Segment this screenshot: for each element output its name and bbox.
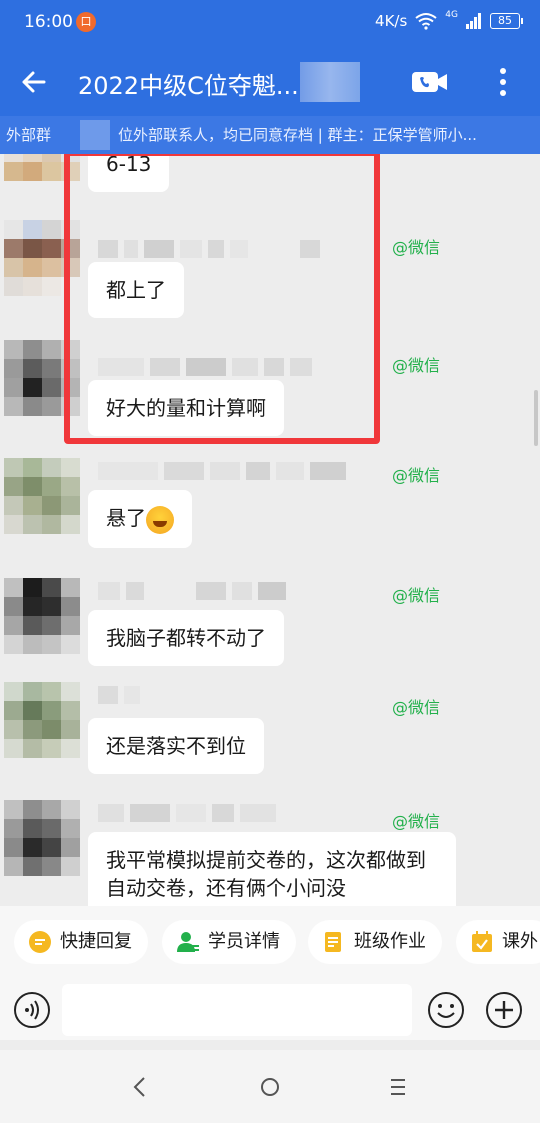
more-options-icon[interactable] (488, 62, 518, 102)
sender-name-blurred (98, 804, 378, 822)
avatar[interactable] (4, 578, 80, 654)
quick-reply-button[interactable]: 快捷回复 (14, 920, 148, 964)
network-speed: 4K/s (375, 12, 408, 30)
message-source: @微信 (392, 238, 441, 257)
message-text: 悬了 (106, 506, 146, 530)
emoji-icon[interactable] (426, 990, 466, 1030)
blurred-title-region (300, 62, 360, 102)
back-arrow-icon[interactable] (14, 62, 54, 102)
extracurricular-label: 课外 (502, 931, 538, 952)
message-text: 我平常模拟提前交卷的，这次都做到自动交卷，还有俩个小问没 (106, 848, 426, 900)
quick-reply-label: 快捷回复 (60, 931, 132, 952)
quick-action-bar: 快捷回复 学员详情 班级作业 课外 (0, 906, 540, 980)
nav-back-icon[interactable] (120, 1070, 160, 1104)
sender-name-blurred (98, 462, 378, 480)
class-homework-label: 班级作业 (354, 931, 426, 952)
voice-input-icon[interactable] (12, 990, 52, 1030)
message-bubble[interactable]: 我平常模拟提前交卷的，这次都做到自动交卷，还有俩个小问没 (88, 832, 456, 906)
wifi-icon (415, 13, 437, 30)
group-notice-bar[interactable]: 外部群 位外部联系人，均已同意存档 | 群主：正保学管师小... (0, 116, 540, 154)
battery-icon: 85 (490, 13, 523, 29)
status-time: 16:00 (24, 12, 73, 32)
scrollbar-thumb[interactable] (534, 390, 538, 446)
extracurricular-button[interactable]: 课外 (456, 920, 540, 964)
extracurricular-icon (472, 931, 492, 952)
blurred-count (80, 120, 110, 150)
highlight-annotation-box (64, 154, 380, 444)
notice-prefix: 外部群 (6, 126, 52, 144)
chat-header: 2022中级C位夺魁... (0, 46, 540, 116)
student-detail-icon (177, 932, 199, 952)
nav-menu-icon[interactable] (378, 1070, 418, 1104)
sender-name-blurred (98, 686, 378, 704)
chat-title: 2022中级C位夺魁... (78, 72, 299, 100)
system-nav-bar (0, 1050, 540, 1123)
sender-name-blurred (98, 582, 378, 600)
message-source: @微信 (392, 586, 441, 605)
avatar[interactable] (4, 458, 80, 534)
signal-bars-icon (466, 13, 481, 29)
homework-icon (325, 932, 341, 952)
add-more-icon[interactable] (484, 990, 524, 1030)
message-bubble[interactable]: 我脑子都转不动了 (88, 610, 284, 666)
message-source: @微信 (392, 466, 441, 485)
class-homework-button[interactable]: 班级作业 (308, 920, 442, 964)
video-call-icon[interactable] (410, 66, 450, 98)
status-right: 4K/s 4G 85 (375, 10, 523, 30)
student-detail-button[interactable]: 学员详情 (162, 920, 296, 964)
message-text: 我脑子都转不动了 (106, 626, 266, 650)
chat-messages[interactable]: 6-13 @微信 都上了 @微信 好大的量和计算啊 @微信 悬了 @微信 我脑子… (0, 154, 540, 906)
notice-text: 位外部联系人，均已同意存档 | 群主：正保学管师小... (118, 126, 477, 144)
message-source: @微信 (392, 698, 441, 717)
avatar[interactable] (4, 800, 80, 876)
message-text: 还是落实不到位 (106, 734, 246, 758)
signal-icon: 4G (445, 10, 458, 20)
quick-reply-icon (29, 931, 51, 953)
status-bar: 16:00 口 4K/s 4G 85 (0, 0, 540, 46)
notification-icon: 口 (76, 12, 96, 32)
crying-face-icon (146, 505, 174, 534)
message-source: @微信 (392, 812, 441, 831)
message-source: @微信 (392, 356, 441, 375)
message-bubble[interactable]: 悬了 (88, 490, 192, 548)
input-bar (0, 980, 540, 1040)
message-bubble[interactable]: 还是落实不到位 (88, 718, 264, 774)
nav-home-icon[interactable] (250, 1070, 290, 1104)
avatar[interactable] (4, 682, 80, 758)
message-input[interactable] (62, 984, 412, 1036)
student-detail-label: 学员详情 (208, 931, 280, 952)
